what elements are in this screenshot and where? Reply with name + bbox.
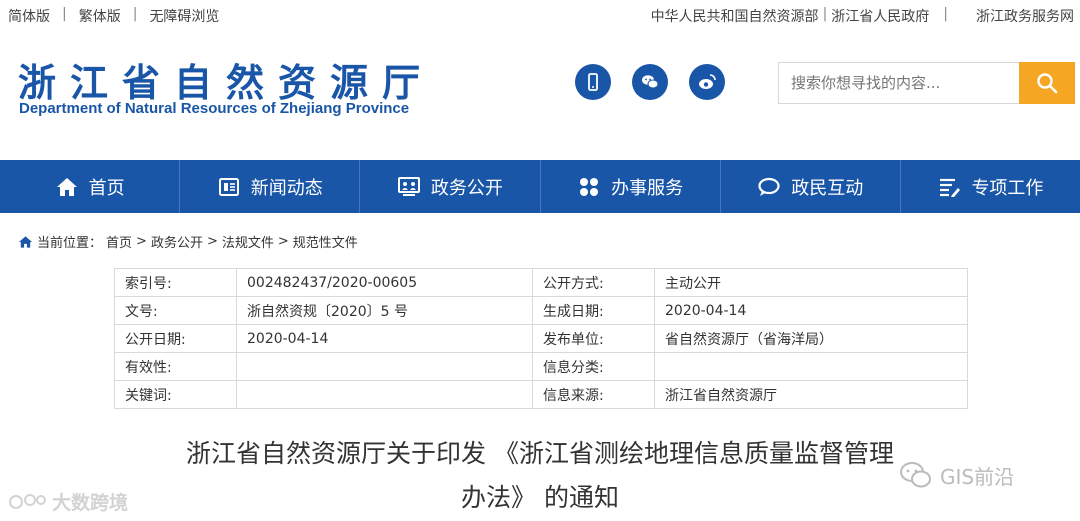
search-input[interactable] bbox=[779, 63, 1019, 103]
document-info-table: 索引号: 002482437/2020-00605 公开方式: 主动公开 文号:… bbox=[114, 268, 968, 409]
publish-date-value: 2020-04-14 bbox=[236, 324, 533, 353]
home-icon bbox=[56, 177, 77, 196]
traditional-chinese-link[interactable]: 繁体版 bbox=[79, 6, 121, 26]
keywords-label: 关键词: bbox=[114, 380, 237, 409]
watermark-right-text: GIS前沿 bbox=[940, 464, 1015, 489]
separator: | bbox=[822, 6, 828, 22]
creation-date-value: 2020-04-14 bbox=[654, 296, 968, 325]
main-nav: 首页 新闻动态 政务公开 办事服务 政民互动 专项工作 bbox=[0, 160, 1080, 213]
breadcrumb-separator: > bbox=[277, 234, 289, 249]
ministry-link[interactable]: 中华人民共和国自然资源部 bbox=[651, 6, 819, 26]
external-links: 中华人民共和国自然资源部 | 浙江省人民政府 | 浙江政务服务网 bbox=[651, 6, 1074, 26]
provincial-government-link[interactable]: 浙江省人民政府 bbox=[831, 6, 929, 26]
list-icon bbox=[940, 178, 961, 197]
search-icon bbox=[1037, 73, 1058, 94]
search-button[interactable] bbox=[1019, 62, 1075, 104]
government-icon bbox=[397, 176, 420, 196]
breadcrumb-separator: > bbox=[206, 234, 218, 249]
info-source-value: 浙江省自然资源厅 bbox=[654, 380, 968, 409]
disclosure-method-label: 公开方式: bbox=[532, 268, 655, 297]
index-number-value: 002482437/2020-00605 bbox=[236, 268, 533, 297]
chat-icon bbox=[758, 177, 780, 196]
site-logo-chinese[interactable]: 浙江省自然资源厅 bbox=[18, 52, 434, 107]
keywords-value bbox=[236, 380, 533, 409]
nav-item-label: 办事服务 bbox=[611, 177, 684, 199]
breadcrumb-item-government[interactable]: 政务公开 bbox=[151, 232, 203, 251]
table-row: 有效性: 信息分类: bbox=[114, 352, 968, 381]
info-category-label: 信息分类: bbox=[532, 352, 655, 381]
issuing-unit-value: 省自然资源厅（省海洋局） bbox=[654, 324, 968, 353]
separator: | bbox=[62, 6, 67, 22]
breadcrumb-item-regulations[interactable]: 法规文件 bbox=[222, 232, 274, 251]
breadcrumb-item-home[interactable]: 首页 bbox=[106, 232, 132, 251]
info-source-label: 信息来源: bbox=[532, 380, 655, 409]
nav-item-label: 政民互动 bbox=[791, 177, 864, 199]
nav-item-government[interactable]: 政务公开 bbox=[360, 160, 541, 213]
search-box bbox=[778, 62, 1020, 104]
separator: | bbox=[943, 6, 948, 22]
nav-item-special[interactable]: 专项工作 bbox=[901, 160, 1080, 213]
home-icon bbox=[18, 235, 33, 248]
nav-item-services[interactable]: 办事服务 bbox=[541, 160, 721, 213]
services-icon bbox=[580, 177, 599, 196]
info-category-value bbox=[654, 352, 968, 381]
disclosure-method-value: 主动公开 bbox=[654, 268, 968, 297]
breadcrumb-separator: > bbox=[136, 234, 147, 249]
nav-item-news[interactable]: 新闻动态 bbox=[180, 160, 361, 213]
publish-date-label: 公开日期: bbox=[114, 324, 237, 353]
watermark-logo-icon bbox=[9, 493, 46, 509]
watermark-left: 大数跨境 bbox=[8, 488, 128, 515]
language-links: 简体版 | 繁体版 | 无障碍浏览 bbox=[8, 6, 219, 26]
issuing-unit-label: 发布单位: bbox=[532, 324, 655, 353]
index-number-label: 索引号: bbox=[114, 268, 237, 297]
table-row: 公开日期: 2020-04-14 发布单位: 省自然资源厅（省海洋局） bbox=[114, 324, 968, 353]
nav-item-home[interactable]: 首页 bbox=[0, 160, 181, 213]
separator: | bbox=[132, 6, 138, 22]
table-row: 索引号: 002482437/2020-00605 公开方式: 主动公开 bbox=[114, 268, 968, 297]
site-logo-english[interactable]: Department of Natural Resources of Zheji… bbox=[19, 100, 409, 117]
breadcrumb-item-normative-docs[interactable]: 规范性文件 bbox=[293, 232, 358, 251]
government-service-link[interactable]: 浙江政务服务网 bbox=[976, 6, 1074, 26]
breadcrumb: 当前位置： 首页 > 政务公开 > 法规文件 > 规范性文件 bbox=[18, 232, 358, 251]
wechat-icon[interactable] bbox=[632, 64, 668, 100]
nav-item-label: 政务公开 bbox=[430, 177, 503, 199]
watermark-left-text: 大数跨境 bbox=[52, 492, 129, 514]
validity-label: 有效性: bbox=[114, 352, 237, 381]
creation-date-label: 生成日期: bbox=[532, 296, 655, 325]
weibo-icon[interactable] bbox=[689, 64, 725, 100]
table-row: 关键词: 信息来源: 浙江省自然资源厅 bbox=[114, 380, 968, 409]
nav-item-label: 专项工作 bbox=[971, 177, 1044, 199]
document-number-value: 浙自然资规〔2020〕5 号 bbox=[236, 296, 533, 325]
breadcrumb-prefix: 当前位置： bbox=[37, 236, 103, 251]
accessibility-link[interactable]: 无障碍浏览 bbox=[149, 6, 219, 26]
news-icon bbox=[218, 177, 239, 196]
nav-item-label: 首页 bbox=[88, 177, 125, 199]
mobile-icon[interactable] bbox=[575, 64, 611, 100]
wechat-icon bbox=[900, 462, 931, 488]
simplified-chinese-link[interactable]: 简体版 bbox=[8, 6, 50, 26]
nav-item-interaction[interactable]: 政民互动 bbox=[721, 160, 901, 213]
table-row: 文号: 浙自然资规〔2020〕5 号 生成日期: 2020-04-14 bbox=[114, 296, 968, 325]
nav-item-label: 新闻动态 bbox=[250, 177, 323, 199]
top-utility-bar: 简体版 | 繁体版 | 无障碍浏览 中华人民共和国自然资源部 | 浙江省人民政府… bbox=[0, 0, 1080, 30]
document-number-label: 文号: bbox=[114, 296, 237, 325]
validity-value bbox=[236, 352, 533, 381]
site-header: 浙江省自然资源厅 Department of Natural Resources… bbox=[0, 30, 1080, 160]
watermark-right: GIS前沿 bbox=[898, 460, 1014, 490]
